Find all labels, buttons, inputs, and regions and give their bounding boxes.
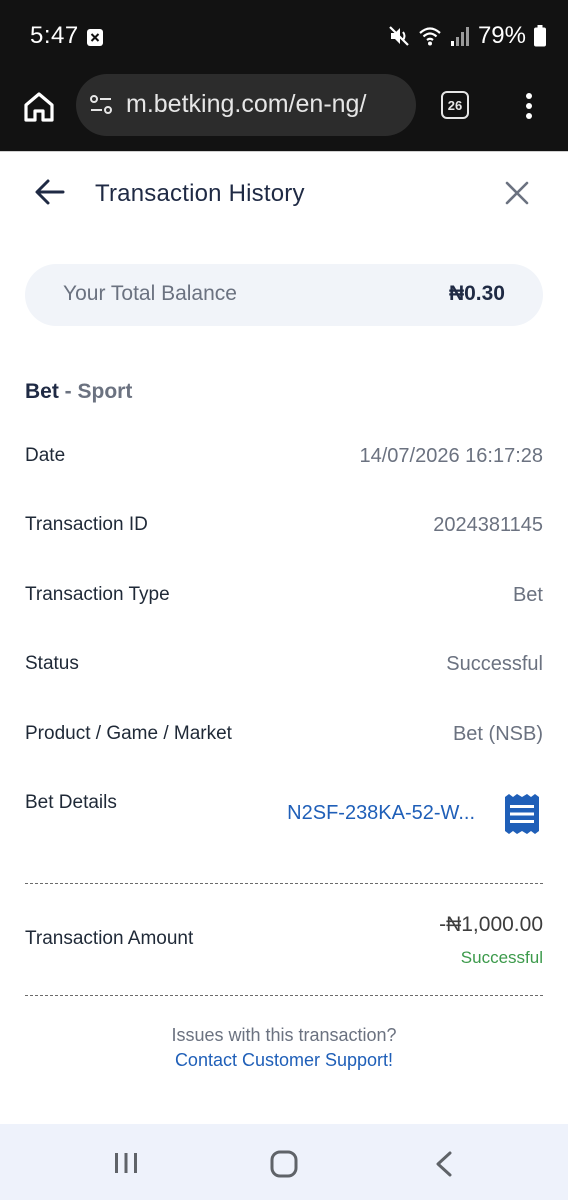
dashed-divider-bottom [25,995,543,996]
transaction-amount-label: Transaction Amount [25,928,194,949]
date-value: 14/07/2026 16:17:28 [359,445,543,467]
bet-ticket-icon[interactable] [505,794,539,834]
status-bar: 5:47 79% [0,0,568,74]
home-icon[interactable] [22,90,56,124]
signal-icon [450,27,469,46]
section-title-sub: - Sport [58,380,133,403]
battery-percent: 79% [477,22,526,49]
notification-close-icon [87,29,103,46]
back-arrow-icon[interactable] [34,176,66,208]
wifi-icon [419,27,441,46]
product-label: Product / Game / Market [25,723,232,744]
more-vert-icon[interactable] [522,92,536,120]
transaction-type-row: Transaction Type Bet [25,584,543,614]
transaction-id-row: Transaction ID 2024381145 [25,514,543,544]
status-label: Status [25,653,79,674]
url-text[interactable]: m.betking.com/en-ng/ [126,90,366,119]
transaction-type-label: Transaction Type [25,584,170,605]
status-row: Status Successful [25,653,543,683]
balance-label: Your Total Balance [63,282,237,305]
contact-support-link[interactable]: Contact Customer Support! [0,1050,568,1071]
balance-value: ₦0.30 [448,282,505,305]
tabs-icon[interactable]: 26 [441,91,469,119]
mute-icon [389,26,409,46]
bet-details-row: Bet Details N2SF-238KA-52-W... [25,792,543,834]
status-value: Successful [446,653,543,675]
bet-details-link[interactable]: N2SF-238KA-52-W... [287,802,475,825]
product-value: Bet (NSB) [452,723,543,745]
battery-icon [534,25,546,47]
date-label: Date [25,445,66,466]
browser-toolbar: m.betking.com/en-ng/ 26 [0,74,568,152]
transaction-amount-status: Successful [460,948,543,967]
section-title: Bet - Sport [25,380,132,404]
tab-count: 26 [447,97,463,113]
recents-icon[interactable] [113,1151,139,1175]
section-title-main: Bet [25,380,59,403]
product-row: Product / Game / Market Bet (NSB) [25,723,543,753]
transaction-type-value: Bet [512,584,543,606]
transaction-id-value: 2024381145 [433,514,543,536]
dashed-divider-top [25,883,543,884]
address-bar[interactable]: m.betking.com/en-ng/ [76,74,416,136]
nav-home-icon[interactable] [270,1150,298,1178]
system-nav-bar [0,1124,568,1200]
nav-back-icon[interactable] [434,1150,454,1178]
page-header: Transaction History [0,152,568,238]
bet-details-label: Bet Details [25,792,117,813]
site-settings-icon[interactable] [89,94,113,116]
status-time: 5:47 [30,22,79,49]
transaction-id-label: Transaction ID [25,514,148,535]
balance-card: Your Total Balance ₦0.30 [25,264,543,326]
date-row: Date 14/07/2026 16:17:28 [25,445,543,475]
transaction-amount-value: -₦1,000.00 [439,913,543,936]
status-icons: 79% [388,22,546,50]
close-icon[interactable] [502,178,532,208]
support-question: Issues with this transaction? [171,1025,397,1045]
page-title: Transaction History [95,180,305,207]
